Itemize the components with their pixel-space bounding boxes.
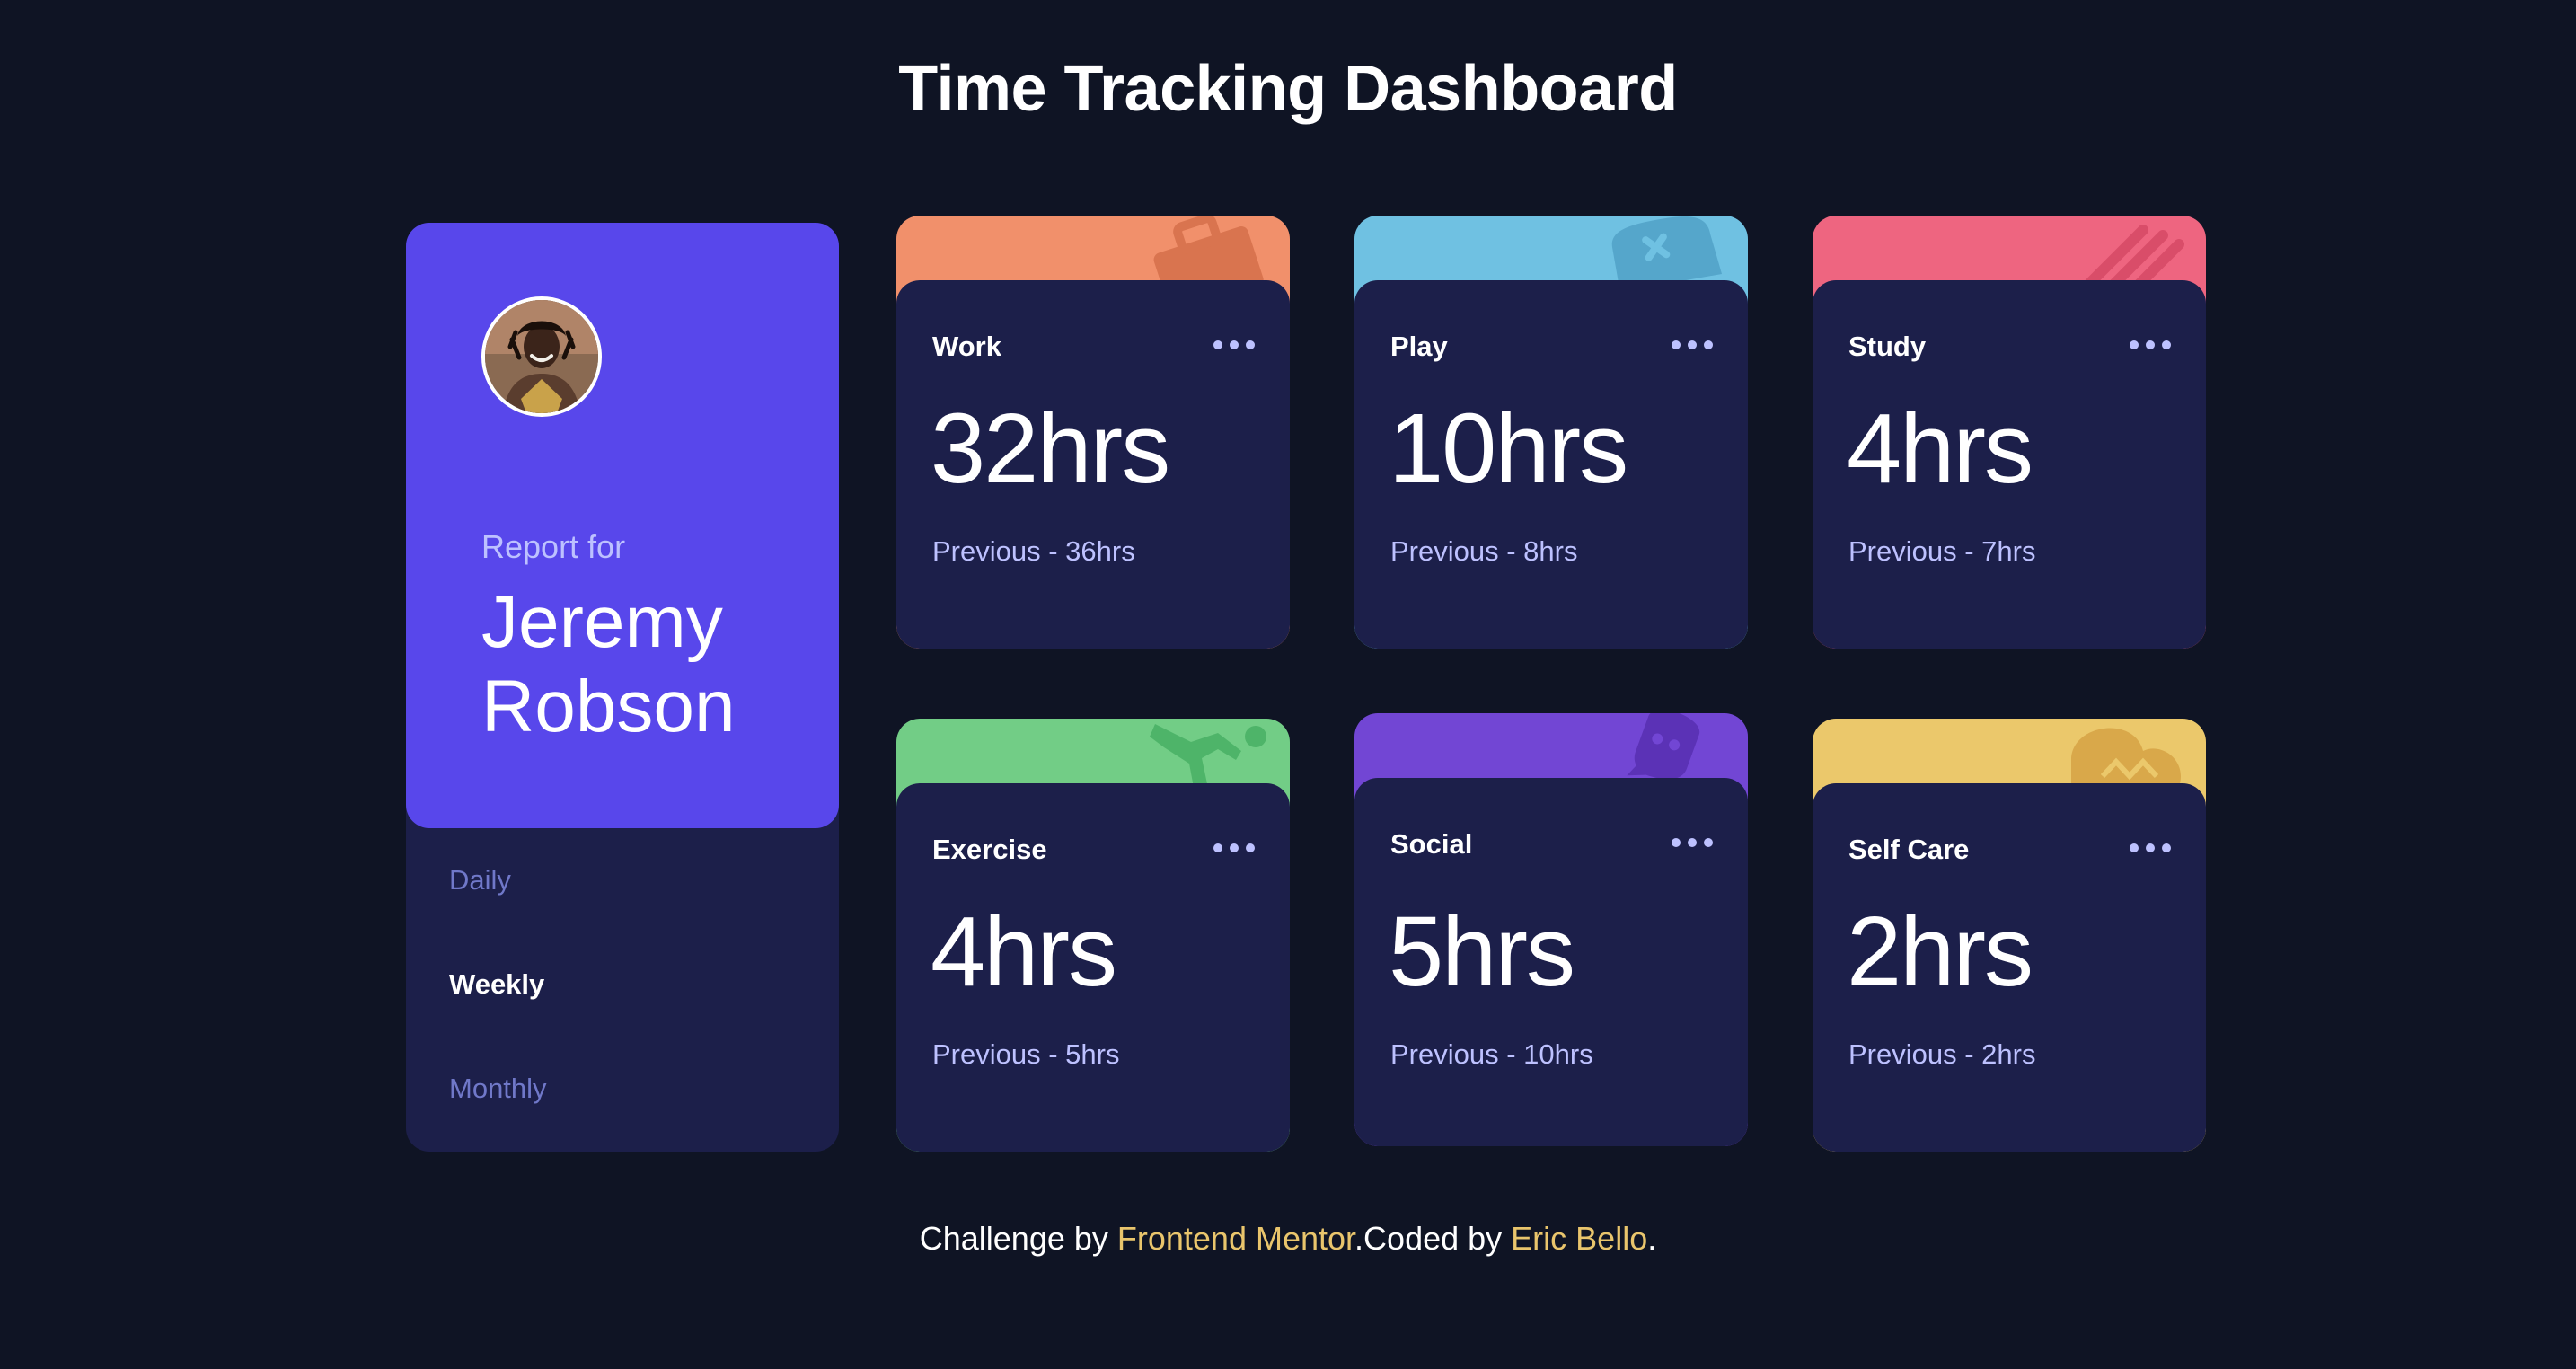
page-title: Time Tracking Dashboard — [898, 53, 1678, 125]
card-self-care: Self Care 2hrs Previous - 2hrs — [1813, 719, 2206, 1152]
card-title: Work — [932, 331, 1001, 362]
previous-hours: Previous - 10hrs — [1390, 1038, 1593, 1070]
card-self-care-body[interactable]: Self Care 2hrs Previous - 2hrs — [1813, 783, 2206, 1152]
attribution-prefix: Challenge by — [919, 1220, 1117, 1257]
current-hours: 10hrs — [1389, 393, 1628, 504]
card-play-body[interactable]: Play 10hrs Previous - 8hrs — [1354, 280, 1748, 649]
card-title: Social — [1390, 828, 1473, 860]
attribution-suffix: . — [1647, 1220, 1657, 1257]
current-hours: 32hrs — [931, 393, 1170, 504]
avatar-image — [485, 300, 598, 413]
current-hours: 4hrs — [931, 896, 1117, 1007]
period-monthly[interactable]: Monthly — [449, 1073, 547, 1105]
card-study: Study 4hrs Previous - 7hrs — [1813, 216, 2206, 649]
card-study-body[interactable]: Study 4hrs Previous - 7hrs — [1813, 280, 2206, 649]
report-for-label: Report for — [481, 528, 626, 565]
ellipsis-icon[interactable] — [1213, 839, 1256, 857]
ellipsis-icon[interactable] — [2129, 336, 2172, 354]
previous-hours: Previous - 7hrs — [1848, 535, 2036, 567]
previous-hours: Previous - 2hrs — [1848, 1038, 2036, 1070]
user-first-name: Jeremy — [481, 581, 723, 663]
current-hours: 5hrs — [1389, 896, 1575, 1007]
card-exercise: Exercise 4hrs Previous - 5hrs — [896, 719, 1290, 1152]
period-weekly[interactable]: Weekly — [449, 968, 544, 1001]
current-hours: 4hrs — [1847, 393, 2033, 504]
period-daily[interactable]: Daily — [449, 864, 511, 896]
card-play: Play 10hrs Previous - 8hrs — [1354, 216, 1748, 649]
dashboard-page: Time Tracking Dashboard Report for Jerem… — [0, 0, 2576, 1369]
ellipsis-icon[interactable] — [1671, 336, 1714, 354]
profile-header: Report for Jeremy Robson — [406, 223, 839, 828]
profile-card: Report for Jeremy Robson Daily Weekly Mo… — [406, 223, 839, 1152]
card-title: Play — [1390, 331, 1448, 362]
user-name: Jeremy Robson — [481, 580, 823, 749]
card-title: Self Care — [1848, 834, 1970, 865]
attribution-footer: Challenge by Frontend Mentor.Coded by Er… — [0, 1220, 2576, 1258]
previous-hours: Previous - 5hrs — [932, 1038, 1120, 1070]
card-work: Work 32hrs Previous - 36hrs — [896, 216, 1290, 649]
card-title: Exercise — [932, 834, 1047, 865]
card-social: Social 5hrs Previous - 10hrs — [1354, 713, 1748, 1146]
card-title: Study — [1848, 331, 1927, 362]
current-hours: 2hrs — [1847, 896, 2033, 1007]
ellipsis-icon[interactable] — [2129, 839, 2172, 857]
frontend-mentor-link[interactable]: Frontend Mentor — [1117, 1220, 1354, 1257]
card-exercise-body[interactable]: Exercise 4hrs Previous - 5hrs — [896, 783, 1290, 1152]
ellipsis-icon[interactable] — [1671, 834, 1714, 852]
card-social-body[interactable]: Social 5hrs Previous - 10hrs — [1354, 778, 1748, 1146]
card-work-body[interactable]: Work 32hrs Previous - 36hrs — [896, 280, 1290, 649]
previous-hours: Previous - 8hrs — [1390, 535, 1578, 567]
avatar — [481, 296, 602, 417]
user-last-name: Robson — [481, 666, 736, 747]
author-link[interactable]: Eric Bello — [1511, 1220, 1647, 1257]
attribution-middle: .Coded by — [1354, 1220, 1512, 1257]
previous-hours: Previous - 36hrs — [932, 535, 1135, 567]
ellipsis-icon[interactable] — [1213, 336, 1256, 354]
